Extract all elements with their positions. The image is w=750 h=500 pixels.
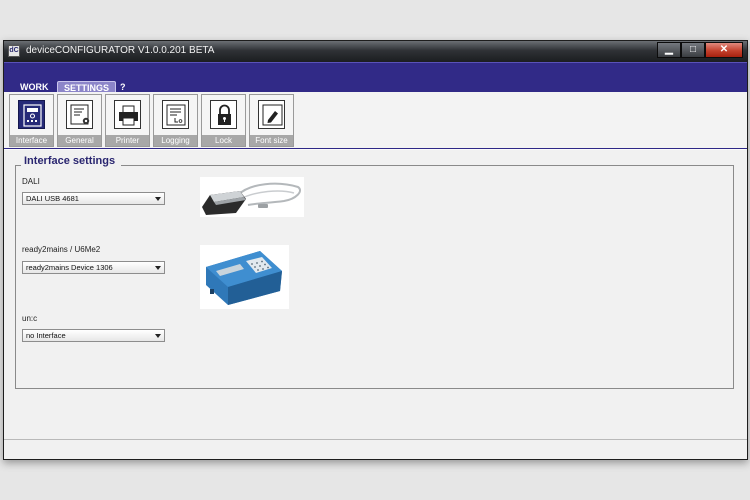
general-settings-icon [66,100,93,129]
ready2mains-interface-select[interactable]: ready2mains Device 1306 [22,261,165,274]
settings-content: DALI DALI USB 4681 ready2mains / U6Me2 r… [4,150,747,459]
ready2mains-selected-value: ready2mains Device 1306 [26,263,113,272]
interface-settings-group: DALI DALI USB 4681 ready2mains / U6Me2 r… [15,165,734,389]
chevron-down-icon [155,266,161,270]
toolbar-font-size-label: Font size [250,135,293,146]
ready2mains-device-photo [200,245,289,309]
dali-interface-select[interactable]: DALI USB 4681 [22,192,165,205]
printer-icon [114,100,141,129]
title-bar[interactable]: dC deviceCONFIGURATOR V1.0.0.201 BETA ▁ … [4,41,747,62]
lock-icon [210,100,237,129]
toolbar-printer-button[interactable]: Printer [105,94,150,147]
toolbar-interface-label: Interface [10,135,53,146]
interface-icon [18,100,45,129]
log-icon [162,100,189,129]
dali-label: DALI [22,177,40,186]
window-controls: ▁ □ ✕ [657,42,743,58]
toolbar-logging-button[interactable]: Logging [153,94,198,147]
unc-selected-value: no Interface [26,331,66,340]
interface-settings-title: Interface settings [21,155,122,167]
toolbar-general-button[interactable]: General [57,94,102,147]
window-title: deviceCONFIGURATOR V1.0.0.201 BETA [26,45,215,56]
menu-bar: WORK SETTINGS ? [4,62,747,94]
ready2mains-label: ready2mains / U6Me2 [22,245,101,254]
toolbar-lock-button[interactable]: Lock [201,94,246,147]
close-button[interactable]: ✕ [705,42,743,58]
toolbar-logging-label: Logging [154,135,197,146]
chevron-down-icon [155,334,161,338]
dali-usb-interface-photo [200,177,304,217]
toolbar-printer-label: Printer [106,135,149,146]
minimize-button[interactable]: ▁ [657,42,681,58]
toolbar-lock-label: Lock [202,135,245,146]
toolbar-font-size-button[interactable]: Font size [249,94,294,147]
app-logo-icon: dC [8,45,20,57]
toolbar-interface-button[interactable]: Interface [9,94,54,147]
pencil-icon [258,100,285,129]
dali-selected-value: DALI USB 4681 [26,194,79,203]
maximize-button[interactable]: □ [681,42,705,58]
chevron-down-icon [155,197,161,201]
unc-interface-select[interactable]: no Interface [22,329,165,342]
app-window: dC deviceCONFIGURATOR V1.0.0.201 BETA ▁ … [3,40,748,460]
toolbar-general-label: General [58,135,101,146]
settings-toolbar: Interface General Printer Logging Lock F… [4,92,747,149]
status-bar-divider [4,439,747,440]
unc-label: un:c [22,314,38,323]
